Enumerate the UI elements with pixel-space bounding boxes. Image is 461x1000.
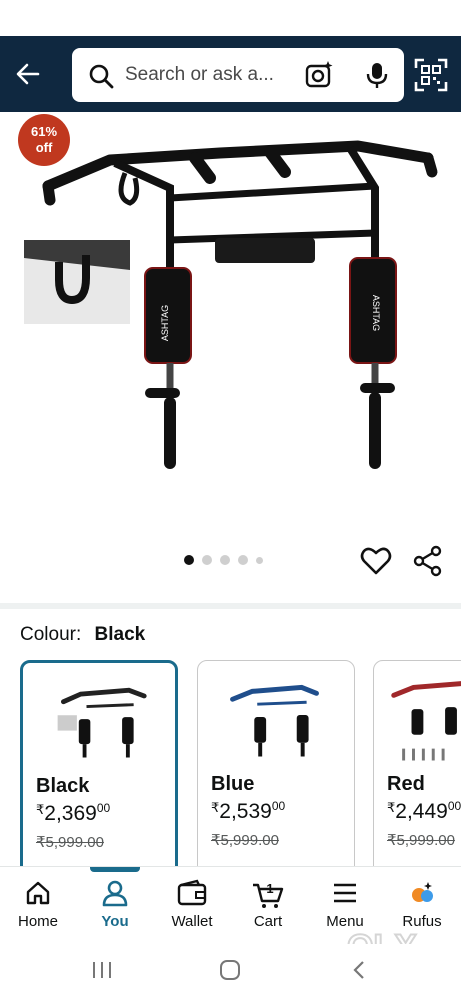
colour-option-price: ₹2,44900: [387, 799, 461, 824]
discount-percent: 61%: [30, 124, 58, 139]
search-icon: [89, 64, 114, 89]
colour-option-price: ₹2,36900: [36, 801, 110, 826]
carousel-dot[interactable]: [184, 555, 194, 565]
carousel-dot[interactable]: [220, 555, 230, 565]
price-main: 2,449: [395, 800, 448, 823]
home-icon: [26, 881, 50, 905]
colour-option-mrp: ₹5,999.00: [211, 832, 279, 849]
svg-text:ASHTAG: ASHTAG: [160, 305, 170, 341]
wallet-icon: [177, 879, 207, 906]
share-icon[interactable]: [412, 545, 444, 577]
search-input[interactable]: Search or ask a...: [125, 48, 295, 102]
carousel-dot[interactable]: [238, 555, 248, 565]
colour-option-card[interactable]: Red ₹2,44900 ₹5,999.00: [373, 660, 461, 870]
price-paise: 00: [271, 799, 286, 813]
svg-text:ASHTAG: ASHTAG: [371, 295, 381, 331]
nav-you[interactable]: You: [77, 867, 153, 945]
colour-selector-heading: Colour: Black: [20, 624, 145, 646]
nav-cart-label: Cart: [253, 913, 283, 930]
section-divider: [0, 603, 461, 609]
colour-option-mrp: ₹5,999.00: [36, 834, 104, 851]
carousel-dot[interactable]: [256, 556, 263, 564]
product-detail-inset-image: [24, 240, 130, 324]
qr-scan-icon[interactable]: [414, 58, 448, 92]
cart-icon: 1: [253, 881, 284, 908]
nav-wallet-label: Wallet: [171, 913, 213, 930]
back-button[interactable]: [10, 56, 46, 92]
colour-option-image: [391, 681, 461, 761]
colour-option-image: [57, 687, 147, 758]
nav-home[interactable]: Home: [0, 867, 76, 945]
back-system-icon[interactable]: [348, 958, 372, 982]
price-paise: 00: [447, 799, 461, 813]
cart-count-badge: 1: [266, 881, 273, 896]
recent-apps-icon[interactable]: [90, 958, 114, 982]
top-bar: Search or ask a...: [0, 36, 461, 112]
microphone-icon[interactable]: [362, 60, 392, 90]
colour-option-name: Black: [36, 775, 90, 797]
colour-option-price: ₹2,53900: [211, 799, 285, 824]
colour-option-name: Blue: [211, 773, 255, 795]
colour-label: Colour:: [20, 624, 82, 645]
price-paise: 00: [96, 801, 111, 815]
nav-you-label: You: [101, 913, 129, 930]
status-bar: [0, 0, 461, 36]
back-arrow-icon: [16, 63, 40, 85]
selected-colour-value: Black: [94, 624, 146, 645]
search-bar[interactable]: Search or ask a...: [72, 48, 404, 102]
nav-cart[interactable]: 1 Cart: [230, 867, 306, 945]
rufus-icon: [412, 882, 433, 902]
carousel-dot[interactable]: [202, 555, 212, 565]
colour-option-image: [230, 684, 319, 757]
colour-option-name: Red: [387, 773, 425, 795]
menu-icon: [334, 883, 356, 903]
image-carousel-indicator: [184, 555, 263, 565]
camera-search-icon[interactable]: [304, 60, 334, 90]
price-main: 2,539: [219, 800, 272, 823]
colour-options-carousel[interactable]: Black ₹2,36900 ₹5,999.00 Blue ₹2,53900 ₹…: [20, 660, 461, 870]
colour-option-card[interactable]: Black ₹2,36900 ₹5,999.00: [20, 660, 178, 870]
colour-option-mrp: ₹5,999.00: [387, 832, 455, 849]
discount-badge: 61% off: [18, 114, 70, 166]
wishlist-heart-icon[interactable]: [360, 545, 392, 577]
discount-off-label: off: [35, 140, 53, 155]
price-main: 2,369: [44, 802, 97, 825]
nav-wallet[interactable]: Wallet: [154, 867, 230, 945]
system-navigation-bar: [0, 944, 461, 1000]
user-icon: [102, 880, 128, 907]
home-system-icon[interactable]: [218, 958, 242, 982]
colour-option-card[interactable]: Blue ₹2,53900 ₹5,999.00: [197, 660, 355, 870]
nav-home-label: Home: [17, 913, 58, 930]
